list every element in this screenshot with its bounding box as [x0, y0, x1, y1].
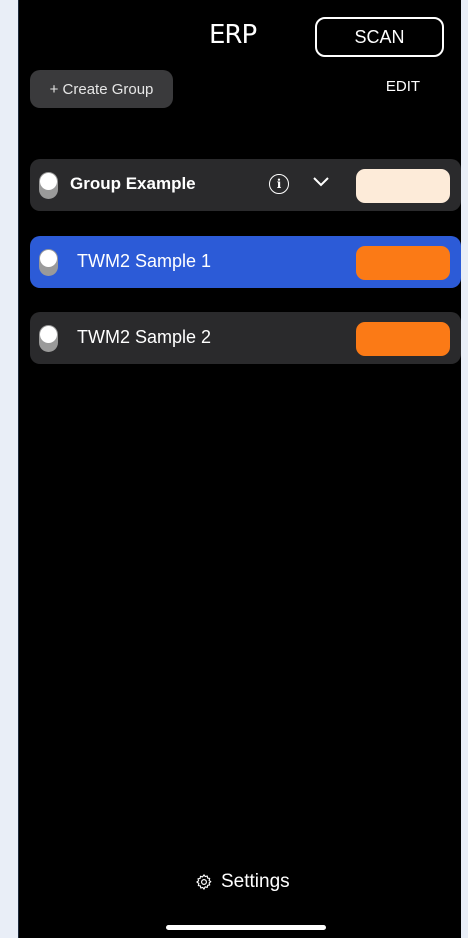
- app-screen: ERP SCAN + Create Group EDIT Group Examp…: [19, 0, 461, 938]
- toggle-switch[interactable]: [39, 172, 58, 199]
- group-row[interactable]: Group Example i: [30, 159, 461, 211]
- erp-logo: ERP: [209, 20, 257, 50]
- device-label: TWM2 Sample 1: [77, 251, 212, 271]
- toggle-knob: [40, 326, 57, 343]
- edit-button[interactable]: EDIT: [373, 78, 433, 100]
- device-row[interactable]: TWM2 Sample 2: [30, 312, 461, 364]
- chevron-down-icon[interactable]: [312, 175, 330, 189]
- right-frame: [461, 0, 468, 938]
- toggle-knob: [40, 250, 57, 267]
- create-group-button[interactable]: + Create Group: [30, 70, 173, 108]
- toggle-switch[interactable]: [39, 249, 58, 276]
- toggle-switch[interactable]: [39, 325, 58, 352]
- color-swatch[interactable]: [356, 322, 450, 356]
- settings-label: Settings: [221, 871, 290, 892]
- device-label: TWM2 Sample 2: [77, 327, 212, 347]
- color-swatch[interactable]: [356, 246, 450, 280]
- settings-button[interactable]: Settings: [195, 871, 290, 893]
- home-indicator: [166, 925, 326, 930]
- gear-icon: [196, 874, 212, 890]
- toggle-knob: [40, 173, 57, 190]
- device-row-selected[interactable]: TWM2 Sample 1: [30, 236, 461, 288]
- left-frame: [0, 0, 19, 938]
- color-swatch[interactable]: [356, 169, 450, 203]
- group-label: Group Example: [70, 174, 196, 193]
- scan-button[interactable]: SCAN: [315, 17, 444, 57]
- info-icon[interactable]: i: [269, 174, 289, 194]
